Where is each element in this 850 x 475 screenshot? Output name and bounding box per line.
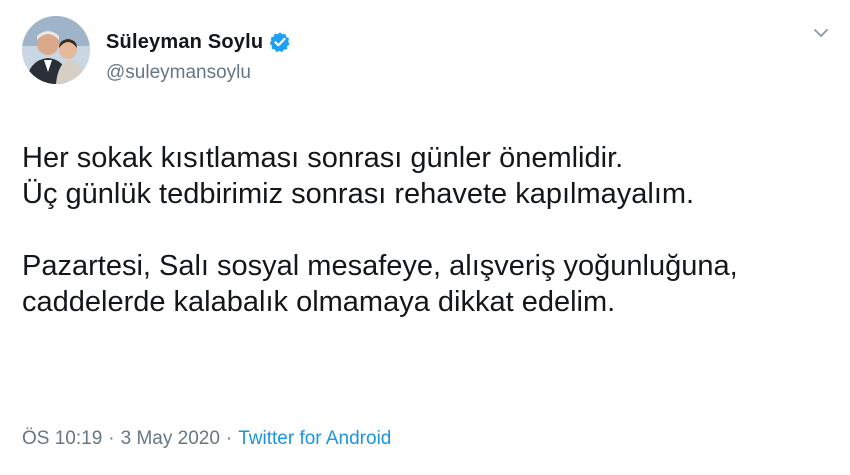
paragraph-break [22,212,822,248]
profile-photo-icon [22,16,90,84]
tweet-text-line: Pazartesi, Salı sosyal mesafeye, alışver… [22,250,738,282]
meta-separator: · [108,428,115,449]
user-handle[interactable]: @suleymansoylu [106,62,251,84]
tweet-text: Her sokak kısıtlaması sonrası günler öne… [22,140,822,320]
tweet-card: Süleyman Soylu @suleymansoylu Her sokak … [0,0,850,475]
avatar[interactable] [22,16,90,84]
chevron-down-icon[interactable] [810,22,832,44]
tweet-text-line: Üç günlük tedbirimiz sonrası rehavete ka… [22,178,695,210]
meta-separator: · [225,428,233,449]
verified-badge-icon [269,31,291,53]
tweet-time[interactable]: ÖS 10:19 [22,428,102,450]
tweet-source-link[interactable]: Twitter for Android [238,428,391,450]
tweet-metadata: ÖS 10:19 · 3 May 2020 · Twitter for Andr… [22,428,391,450]
author-name-row: Süleyman Soylu [106,30,291,54]
tweet-date[interactable]: 3 May 2020 [121,428,220,450]
display-name[interactable]: Süleyman Soylu [106,31,263,54]
tweet-text-line: Her sokak kısıtlaması sonrası günler öne… [22,142,624,174]
tweet-text-line: caddelerde kalabalık olmamaya dikkat ede… [22,286,616,318]
